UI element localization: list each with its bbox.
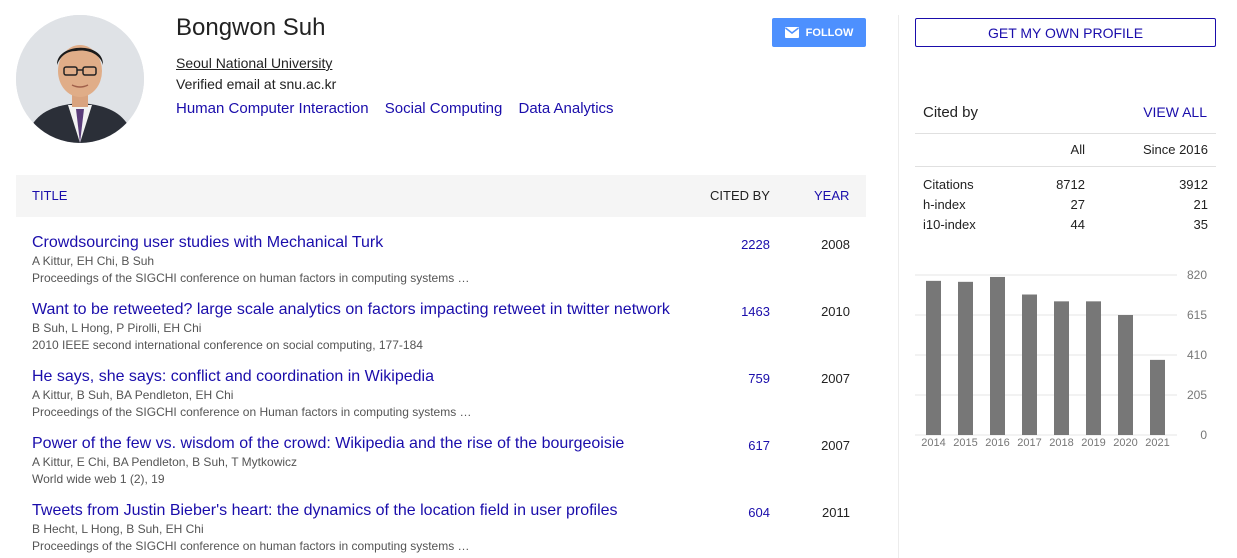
article-year: 2011 — [822, 505, 850, 520]
cited-by-column-header: CITED BY — [710, 188, 770, 203]
article-venue: Proceedings of the SIGCHI conference on … — [32, 405, 472, 419]
follow-button[interactable]: FOLLOW — [772, 18, 866, 47]
table-header: TITLE CITED BY YEAR — [16, 175, 866, 217]
x-tick-label: 2016 — [985, 437, 1009, 449]
bar-2019[interactable] — [1086, 301, 1101, 435]
bar-2016[interactable] — [990, 276, 1005, 435]
article-authors: B Hecht, L Hong, B Suh, EH Chi — [32, 522, 204, 536]
article-venue: Proceedings of the SIGCHI conference on … — [32, 539, 470, 553]
x-tick-label: 2021 — [1145, 437, 1169, 449]
stat-label: Citations — [923, 177, 974, 192]
table-row: Want to be retweeted? large scale analyt… — [16, 301, 866, 368]
avatar[interactable] — [16, 15, 144, 143]
stat-label: h-index — [923, 197, 966, 212]
bar-2021[interactable] — [1150, 359, 1165, 435]
title-column-header[interactable]: TITLE — [32, 188, 67, 203]
panel-divider — [898, 15, 899, 558]
article-year: 2007 — [821, 438, 850, 453]
x-tick-label: 2014 — [921, 437, 945, 449]
stat-all-value: 8712 — [1056, 177, 1085, 192]
article-year: 2008 — [821, 237, 850, 252]
x-tick-label: 2018 — [1049, 437, 1073, 449]
interest-link[interactable]: Human Computer Interaction — [176, 100, 369, 117]
citations-bar-chart: 820 615 410 205 0 2014 2015 2016 2017 2018 2019 202… — [915, 268, 1207, 449]
stat-since-value: 35 — [1193, 217, 1208, 232]
cited-by-count-link[interactable]: 2228 — [741, 237, 770, 252]
article-authors: A Kittur, E Chi, BA Pendleton, B Suh, T … — [32, 455, 298, 469]
y-tick-label: 0 — [1200, 428, 1207, 442]
cited-by-count-link[interactable]: 604 — [748, 505, 770, 520]
article-title-link[interactable]: Crowdsourcing user studies with Mechanic… — [32, 234, 383, 252]
x-tick-label: 2020 — [1113, 437, 1137, 449]
year-column-header[interactable]: YEAR — [814, 188, 849, 203]
follow-label: FOLLOW — [805, 26, 854, 39]
interests-list: Human Computer Interaction Social Comput… — [176, 100, 626, 117]
article-authors: B Suh, L Hong, P Pirolli, EH Chi — [32, 321, 202, 335]
profile-name: Bongwon Suh — [176, 14, 326, 41]
table-row: Tweets from Justin Bieber's heart: the d… — [16, 502, 866, 558]
cited-by-count-link[interactable]: 1463 — [741, 304, 770, 319]
view-all-link[interactable]: VIEW ALL — [1143, 104, 1207, 120]
article-title-link[interactable]: Tweets from Justin Bieber's heart: the d… — [32, 502, 618, 520]
article-title-link[interactable]: Want to be retweeted? large scale analyt… — [32, 301, 670, 319]
article-year: 2007 — [821, 371, 850, 386]
interest-link[interactable]: Data Analytics — [519, 100, 614, 117]
stat-all-value: 27 — [1070, 197, 1085, 212]
table-row: Power of the few vs. wisdom of the crowd… — [16, 435, 866, 502]
divider — [915, 166, 1216, 167]
y-tick-label: 820 — [1187, 268, 1207, 282]
y-tick-label: 410 — [1187, 348, 1207, 362]
x-tick-label: 2015 — [953, 437, 977, 449]
since-column-header: Since 2016 — [1142, 142, 1208, 157]
article-title-link[interactable]: He says, she says: conflict and coordina… — [32, 368, 434, 386]
stat-since-value: 21 — [1193, 197, 1208, 212]
stat-label: i10-index — [923, 217, 976, 232]
cited-by-count-link[interactable]: 759 — [748, 371, 770, 386]
x-tick-label: 2017 — [1017, 437, 1041, 449]
verified-email: Verified email at snu.ac.kr — [176, 76, 337, 92]
bar-2018[interactable] — [1054, 301, 1069, 435]
x-tick-label: 2019 — [1081, 437, 1105, 449]
envelope-icon — [784, 27, 799, 38]
get-my-own-profile-button[interactable]: GET MY OWN PROFILE — [915, 18, 1216, 47]
table-row: Crowdsourcing user studies with Mechanic… — [16, 234, 866, 301]
bar-2020[interactable] — [1118, 315, 1133, 435]
article-year: 2010 — [821, 304, 850, 319]
bar-2014[interactable] — [926, 280, 941, 435]
bar-2015[interactable] — [958, 281, 973, 435]
cited-by-count-link[interactable]: 617 — [748, 438, 770, 453]
article-venue: 2010 IEEE second international conferenc… — [32, 338, 423, 352]
bar-2017[interactable] — [1022, 294, 1037, 435]
article-venue: Proceedings of the SIGCHI conference on … — [32, 271, 470, 285]
y-tick-label: 615 — [1187, 308, 1207, 322]
article-authors: A Kittur, B Suh, BA Pendleton, EH Chi — [32, 388, 234, 402]
divider — [915, 133, 1216, 134]
article-venue: World wide web 1 (2), 19 — [32, 472, 165, 486]
affiliation-link[interactable]: Seoul National University — [176, 55, 332, 71]
stat-all-value: 44 — [1070, 217, 1085, 232]
article-authors: A Kittur, EH Chi, B Suh — [32, 254, 155, 268]
cited-by-heading: Cited by — [923, 104, 979, 121]
interest-link[interactable]: Social Computing — [385, 100, 503, 117]
table-row: He says, she says: conflict and coordina… — [16, 368, 866, 435]
y-tick-label: 205 — [1187, 388, 1207, 402]
all-column-header: All — [1070, 142, 1085, 157]
stat-since-value: 3912 — [1179, 177, 1208, 192]
article-title-link[interactable]: Power of the few vs. wisdom of the crowd… — [32, 435, 624, 453]
